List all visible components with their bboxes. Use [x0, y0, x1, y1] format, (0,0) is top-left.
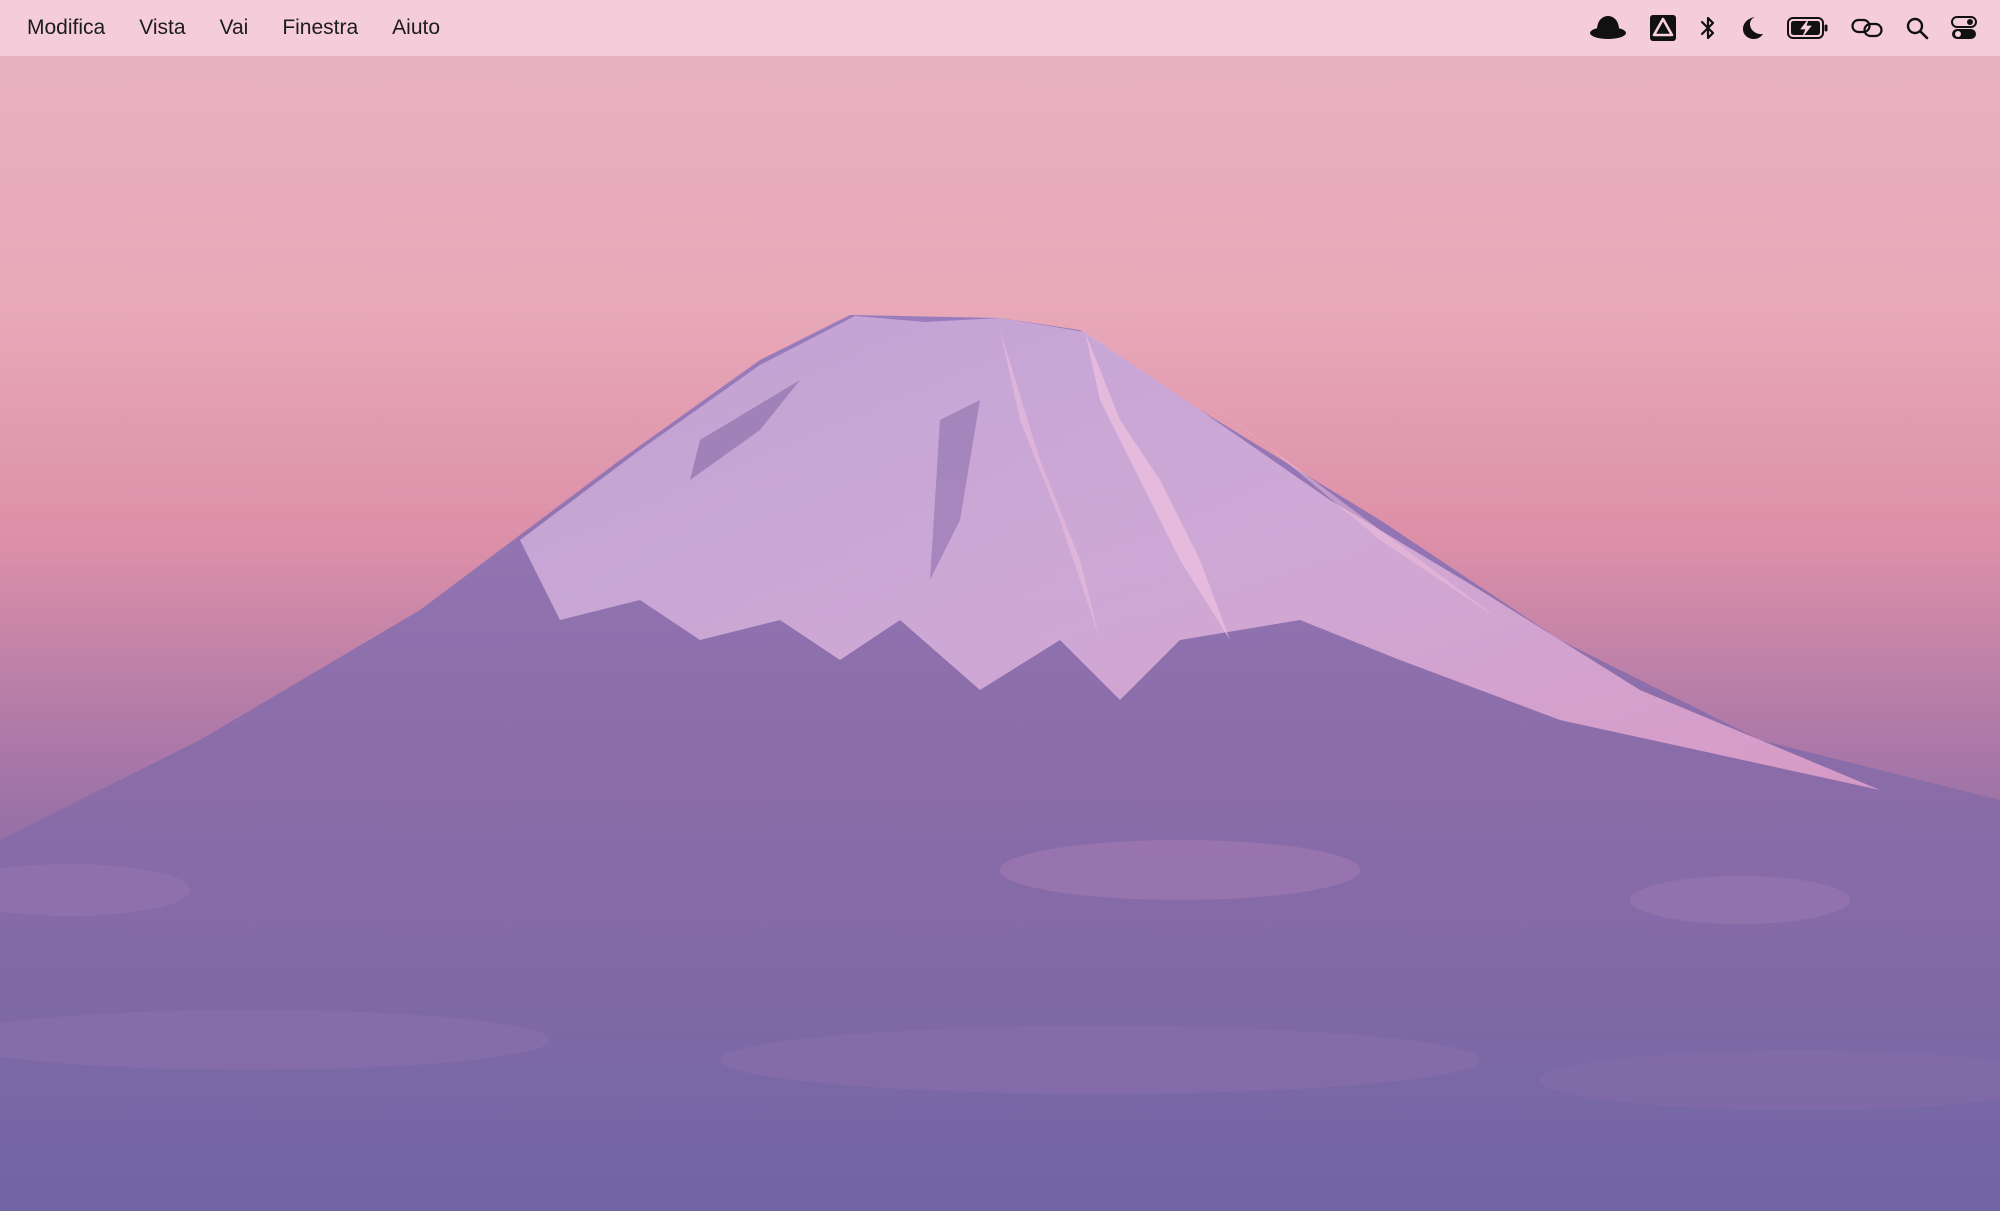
moon-icon[interactable] [1739, 8, 1765, 48]
menu-modifica[interactable]: Modifica [10, 10, 122, 46]
google-drive-icon[interactable] [1649, 8, 1677, 48]
desktop: Modifica Vista Vai Finestra Aiuto [0, 0, 2000, 1211]
menu-aiuto[interactable]: Aiuto [375, 10, 457, 46]
link-icon[interactable] [1851, 8, 1883, 48]
status-menus [1578, 0, 1988, 56]
app-menu: Modifica Vista Vai Finestra Aiuto [10, 0, 457, 56]
bluetooth-icon[interactable] [1699, 8, 1717, 48]
bowler-hat-icon[interactable] [1589, 8, 1627, 48]
menu-vista[interactable]: Vista [122, 10, 202, 46]
wallpaper-mount-fuji [0, 315, 2000, 1211]
search-icon[interactable] [1905, 8, 1929, 48]
battery-charging-icon[interactable] [1787, 8, 1829, 48]
menu-bar: Modifica Vista Vai Finestra Aiuto [0, 0, 2000, 56]
menu-finestra[interactable]: Finestra [265, 10, 375, 46]
menu-vai[interactable]: Vai [203, 10, 266, 46]
control-center-icon[interactable] [1951, 8, 1977, 48]
